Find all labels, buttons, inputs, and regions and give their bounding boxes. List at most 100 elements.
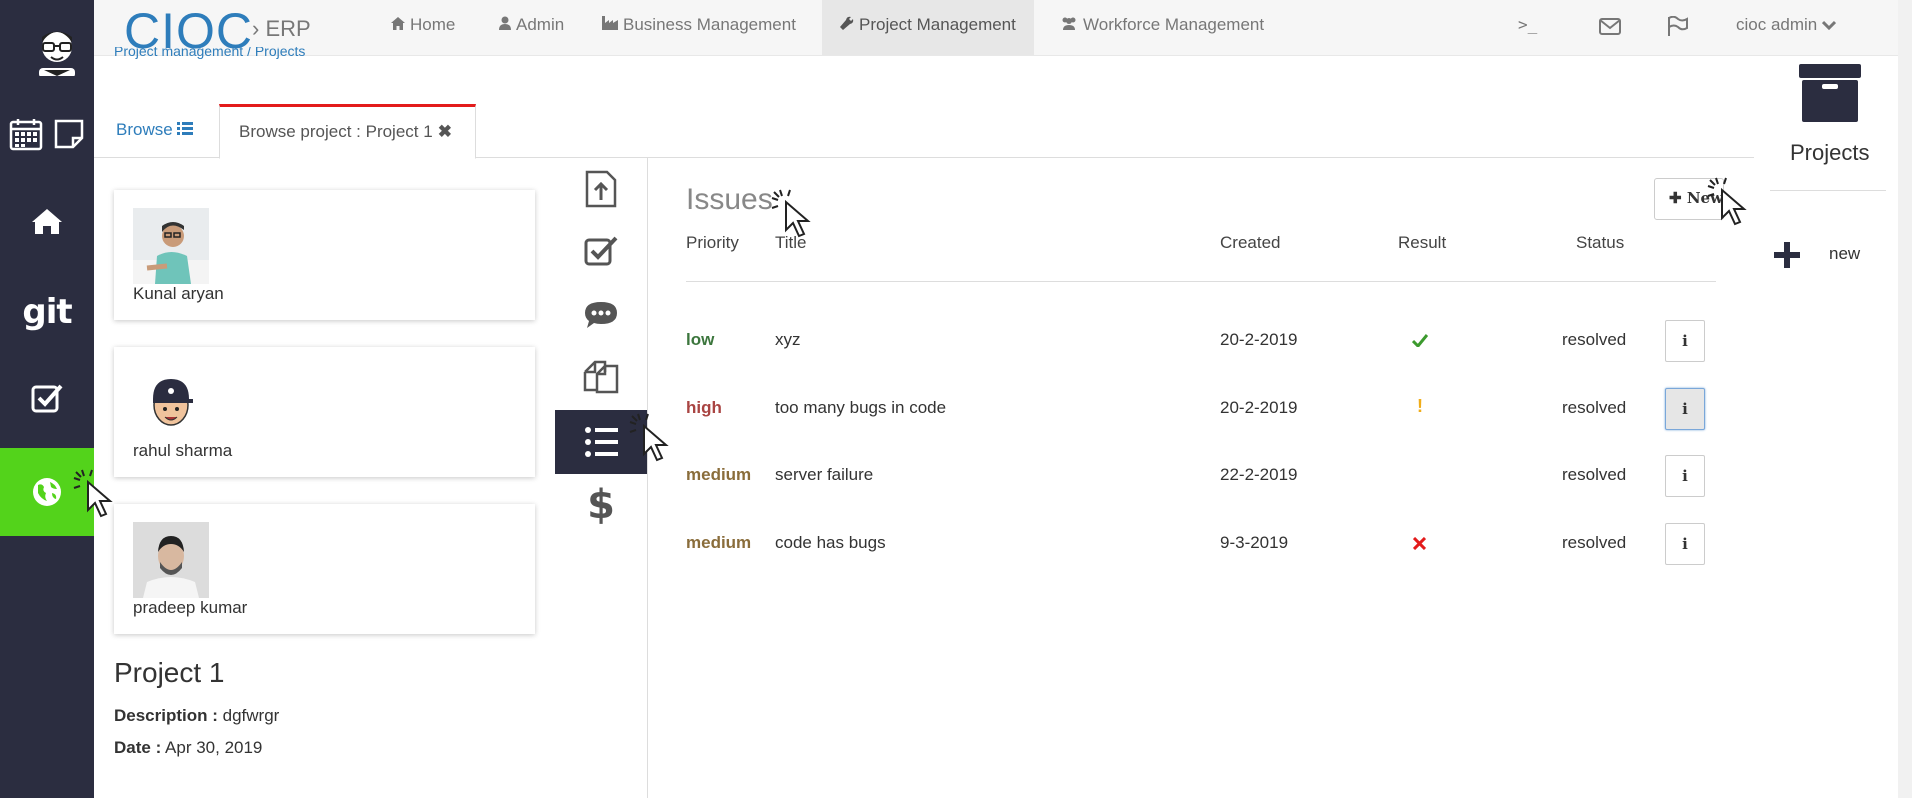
- vertical-divider: [647, 158, 648, 798]
- dollar-icon[interactable]: $: [555, 474, 647, 536]
- priority-cell: high: [686, 398, 722, 417]
- date-label: Date :: [114, 738, 162, 757]
- status-cell: resolved: [1562, 398, 1627, 417]
- home-icon: [391, 1, 405, 51]
- users-icon: [1060, 1, 1078, 51]
- nav-project-management[interactable]: Project Management: [822, 0, 1034, 55]
- nav-business-label: Business Management: [623, 15, 796, 34]
- issues-list-icon[interactable]: [555, 410, 647, 474]
- breadcrumb[interactable]: Project management / Projects: [114, 47, 305, 61]
- checkbox-icon[interactable]: [0, 382, 94, 414]
- tab-browse-project[interactable]: Browse project : Project 1 ✖: [219, 104, 476, 159]
- plus-icon: ✚: [1669, 189, 1682, 207]
- title-cell: code has bugs: [775, 533, 886, 552]
- globe-icon[interactable]: [0, 448, 94, 536]
- nav-business-management[interactable]: Business Management: [584, 0, 814, 55]
- rail-home-icon[interactable]: [0, 198, 94, 244]
- brand-sub: › ERP: [252, 16, 311, 41]
- column-title[interactable]: Title: [775, 233, 807, 253]
- member-name: rahul sharma: [133, 441, 233, 460]
- column-priority[interactable]: Priority: [686, 233, 739, 253]
- table-row[interactable]: high too many bugs in code 20-2-2019 ! r…: [686, 384, 1716, 444]
- table-row[interactable]: medium server failure 22-2-2019 resolved…: [686, 451, 1716, 511]
- project-description: Description : dgfwrgr: [114, 706, 279, 726]
- column-status[interactable]: Status: [1576, 233, 1624, 253]
- tab-browse[interactable]: Browse: [116, 120, 194, 140]
- comments-icon[interactable]: [555, 284, 647, 346]
- table-row[interactable]: medium code has bugs 9-3-2019 resolved i: [686, 519, 1716, 579]
- flag-icon[interactable]: [1667, 0, 1689, 50]
- status-cell: resolved: [1562, 465, 1627, 484]
- created-cell: 20-2-2019: [1220, 398, 1298, 417]
- table-row[interactable]: low xyz 20-2-2019 resolved i: [686, 316, 1716, 376]
- column-result[interactable]: Result: [1398, 233, 1446, 253]
- new-issue-button[interactable]: ✚ New: [1654, 178, 1724, 220]
- nav-workforce-label: Workforce Management: [1083, 15, 1265, 34]
- status-cell: resolved: [1562, 330, 1627, 349]
- project-date: Date : Apr 30, 2019: [114, 738, 262, 758]
- date-value: Apr 30, 2019: [165, 738, 263, 757]
- brand-sub-label: ERP: [265, 16, 311, 41]
- info-button[interactable]: i: [1665, 455, 1705, 497]
- files-copy-icon[interactable]: [555, 346, 647, 408]
- envelope-icon[interactable]: [1599, 0, 1621, 50]
- column-created[interactable]: Created: [1220, 233, 1280, 253]
- created-cell: 9-3-2019: [1220, 533, 1289, 552]
- priority-cell: low: [686, 330, 715, 349]
- created-cell: 22-2-2019: [1220, 465, 1298, 484]
- projects-panel-title: Projects: [1790, 140, 1870, 165]
- scrollbar[interactable]: [1898, 0, 1912, 798]
- info-icon: i: [1682, 467, 1688, 485]
- nav-home-label: Home: [410, 15, 456, 34]
- header-divider: [686, 281, 1716, 282]
- close-icon[interactable]: ✖: [438, 122, 452, 141]
- info-button[interactable]: i: [1665, 320, 1705, 362]
- nav-workforce-management[interactable]: Workforce Management: [1042, 0, 1282, 55]
- industry-icon: [602, 1, 618, 51]
- info-button[interactable]: i: [1665, 523, 1705, 565]
- nav-admin[interactable]: Admin: [481, 0, 582, 55]
- info-button[interactable]: i: [1665, 388, 1705, 430]
- info-icon: i: [1682, 332, 1688, 350]
- archive-icon: [1797, 62, 1863, 129]
- member-name: Kunal aryan: [133, 284, 224, 303]
- member-photo: [133, 365, 209, 441]
- member-photo: [133, 522, 209, 598]
- nav-project-label: Project Management: [859, 15, 1016, 34]
- top-navbar: CIOC › ERP Home Admin Business Managemen…: [94, 0, 1912, 59]
- member-card[interactable]: pradeep kumar: [114, 504, 535, 634]
- task-check-icon[interactable]: [555, 220, 647, 282]
- member-photo: [133, 208, 209, 284]
- member-card[interactable]: rahul sharma: [114, 347, 535, 477]
- left-rail: git: [0, 0, 94, 798]
- user-menu[interactable]: cioc admin: [1736, 0, 1837, 50]
- nav-admin-label: Admin: [516, 15, 565, 34]
- info-icon: i: [1682, 400, 1688, 418]
- git-icon[interactable]: git: [0, 292, 94, 332]
- tab-browse-label: Browse: [116, 120, 173, 139]
- list-icon: [177, 120, 194, 139]
- rail-pair: [4, 112, 90, 160]
- plus-icon[interactable]: [1772, 240, 1802, 275]
- calendar-icon[interactable]: [9, 117, 43, 156]
- chevron-down-icon: [1821, 15, 1837, 34]
- cross-icon: [1412, 535, 1427, 555]
- issues-heading: Issues: [686, 183, 773, 216]
- sticky-note-icon[interactable]: [53, 118, 85, 155]
- priority-cell: medium: [686, 465, 752, 484]
- nav-home[interactable]: Home: [373, 0, 473, 55]
- user-name: cioc admin: [1736, 15, 1818, 34]
- exclamation-icon: !: [1417, 396, 1423, 416]
- upload-file-icon[interactable]: [555, 158, 647, 220]
- member-card[interactable]: Kunal aryan: [114, 190, 535, 320]
- title-cell: server failure: [775, 465, 874, 484]
- app-avatar-icon[interactable]: [32, 22, 82, 78]
- info-icon: i: [1682, 535, 1688, 553]
- wrench-icon: [840, 1, 854, 51]
- terminal-icon[interactable]: >_: [1518, 0, 1537, 50]
- project-title: Project 1: [114, 657, 225, 688]
- new-project-link[interactable]: new: [1829, 244, 1860, 264]
- tab-browse-project-label: Browse project : Project 1: [239, 122, 433, 141]
- title-cell: too many bugs in code: [775, 398, 947, 417]
- created-cell: 20-2-2019: [1220, 330, 1298, 349]
